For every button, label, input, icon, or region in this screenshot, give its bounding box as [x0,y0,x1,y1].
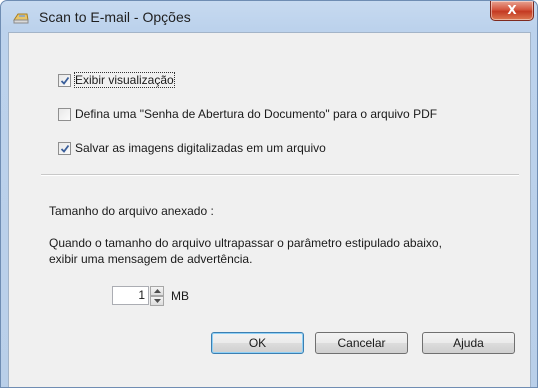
dialog-window: Scan to E-mail - Opções X Exibir visuali… [0,0,538,388]
section-divider [41,174,519,176]
scanner-email-icon [13,10,29,24]
attachment-description-line2: exibir uma mensagem de advertência. [49,252,253,266]
dialog-body: Exibir visualização Defina uma "Senha de… [8,32,531,387]
pdf-password-checkbox[interactable] [58,108,71,121]
checkmark-icon [60,144,70,153]
attachment-size-heading: Tamanho do arquivo anexado : [49,204,214,218]
arrow-up-icon [154,289,161,293]
save-scanned-images-label[interactable]: Salvar as imagens digitalizadas em um ar… [75,141,326,155]
help-button[interactable]: Ajuda [422,332,515,354]
window-title: Scan to E-mail - Opções [39,9,191,25]
ok-button[interactable]: OK [211,332,304,354]
save-scanned-images-checkbox[interactable] [58,142,71,155]
stepper-up-button[interactable] [150,286,164,296]
file-size-input[interactable]: 1 [112,286,149,305]
title-bar[interactable]: Scan to E-mail - Opções X [1,1,537,31]
close-button[interactable]: X [490,1,534,21]
attachment-description-line1: Quando o tamanho do arquivo ultrapassar … [49,236,442,250]
close-icon: X [507,3,517,17]
stepper-down-button[interactable] [150,296,164,306]
arrow-down-icon [154,299,161,303]
show-preview-label[interactable]: Exibir visualização [74,72,175,88]
file-size-stepper [150,286,164,306]
file-size-unit: MB [171,289,189,303]
pdf-password-label[interactable]: Defina uma "Senha de Abertura do Documen… [75,107,437,121]
show-preview-checkbox[interactable] [58,74,71,87]
checkmark-icon [60,76,70,85]
cancel-button[interactable]: Cancelar [315,332,408,354]
